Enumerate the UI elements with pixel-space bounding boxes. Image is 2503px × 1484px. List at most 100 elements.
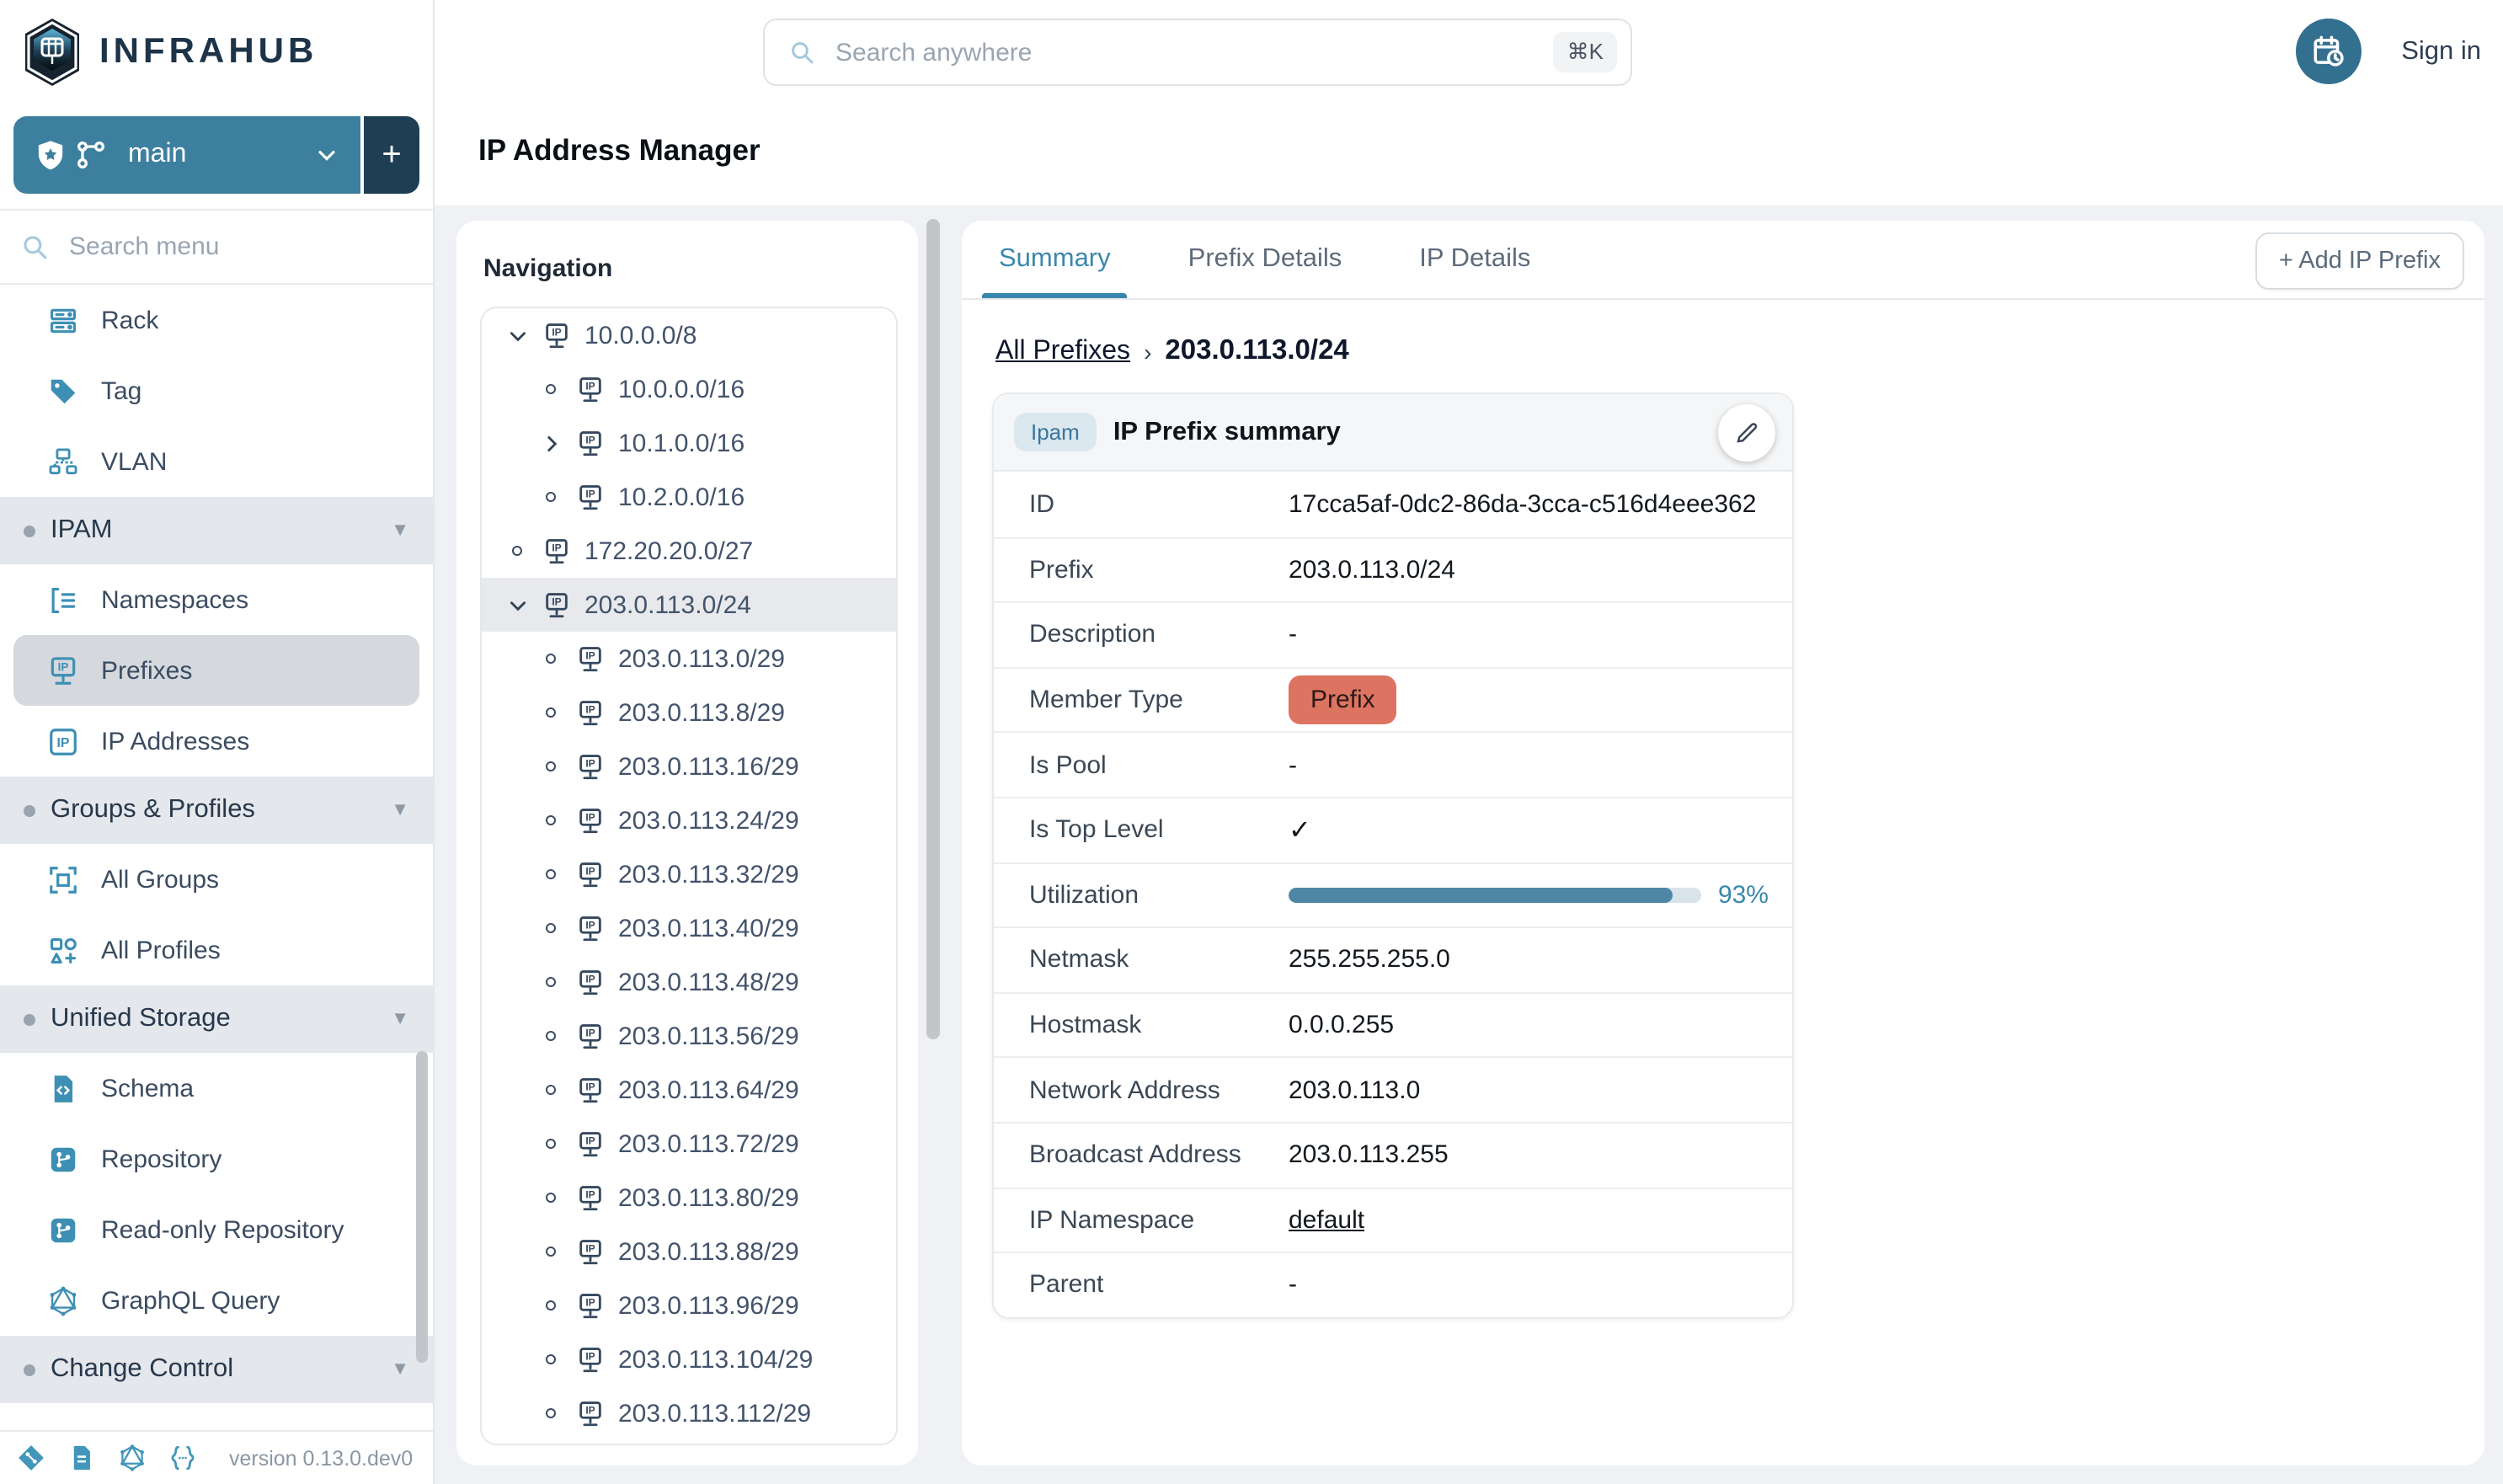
branch-selector-row: main + (0, 103, 433, 211)
docs-icon[interactable] (67, 1444, 96, 1472)
sidebar-item-label: IP Addresses (101, 727, 249, 755)
sidebar-item-vlan[interactable]: VLAN (0, 426, 433, 497)
swagger-braces-icon[interactable] (168, 1444, 197, 1472)
leaf-circle-icon (539, 1240, 563, 1263)
sidebar-search (0, 211, 433, 285)
tab-prefix-details[interactable]: Prefix Details (1185, 221, 1346, 298)
sidebar-item-prefixes[interactable]: IP Prefixes (13, 635, 419, 706)
tab-ip-details[interactable]: IP Details (1416, 221, 1534, 298)
sidebar-item-repository[interactable]: Repository (0, 1124, 433, 1194)
edit-button[interactable] (1718, 403, 1775, 461)
tree-item-203-0-113-40-29[interactable]: IP203.0.113.40/29 (482, 901, 896, 955)
sidebar-section-groups-profiles[interactable]: Groups & Profiles▼ (0, 777, 433, 844)
git-icon[interactable] (17, 1444, 45, 1472)
tree-item-203-0-113-96-29[interactable]: IP203.0.113.96/29 (482, 1278, 896, 1332)
schema-icon (47, 1072, 79, 1104)
tree-item-203-0-113-0-29[interactable]: IP 203.0.113.0/29 (482, 632, 896, 686)
sidebar-item-namespaces[interactable]: Namespaces (0, 564, 433, 635)
chevron-down-icon: ▼ (391, 520, 409, 541)
tree-item-203-0-113-8-29[interactable]: IP203.0.113.8/29 (482, 686, 896, 739)
tree-item-203-0-113-0-24[interactable]: IP203.0.113.0/24 (482, 578, 896, 632)
section-label: Unified Storage (51, 1004, 391, 1034)
tree-item-10-0-0-0-16[interactable]: IP10.0.0.0/16 (482, 362, 896, 416)
tree-item-172-20-20-0-27[interactable]: IP172.20.20.0/27 (482, 524, 896, 578)
svg-text:IP: IP (585, 1403, 595, 1415)
sidebar-item-graphql-query[interactable]: GraphQL Query (0, 1265, 433, 1336)
svg-text:IP: IP (585, 379, 595, 391)
ip-prefix-icon: IP (576, 375, 605, 403)
brand-name: INFRAHUB (99, 31, 318, 72)
tree-item-10-0-0-0-8[interactable]: IP10.0.0.0/8 (482, 308, 896, 362)
breadcrumb-all-prefixes-link[interactable]: All Prefixes (995, 336, 1130, 366)
svg-text:IP: IP (57, 735, 70, 750)
tree-item-203-0-113-104-29[interactable]: IP203.0.113.104/29 (482, 1332, 896, 1386)
sidebar-section-unified-storage[interactable]: Unified Storage▼ (0, 985, 433, 1053)
tree-item-10-1-0-0-16[interactable]: IP10.1.0.0/16 (482, 416, 896, 470)
tree-item-203-0-113-24-29[interactable]: IP203.0.113.24/29 (482, 793, 896, 847)
chevron-right-icon[interactable] (539, 431, 563, 455)
ip-prefix-icon: IP (576, 1291, 605, 1320)
chevron-down-icon[interactable] (505, 323, 529, 347)
sidebar-item-tag[interactable]: Tag (0, 355, 433, 426)
tree-item-label: 203.0.113.0/29 (618, 644, 785, 673)
chevron-down-icon[interactable] (505, 593, 529, 617)
content-scrollbar[interactable] (926, 219, 940, 1039)
tree-item-10-2-0-0-16[interactable]: IP10.2.0.0/16 (482, 470, 896, 524)
time-travel-button[interactable] (2296, 19, 2362, 84)
svg-text:IP: IP (585, 864, 595, 876)
infrahub-logo-icon (20, 16, 84, 87)
tree-item-203-0-113-56-29[interactable]: IP203.0.113.56/29 (482, 1009, 896, 1063)
branch-selector[interactable]: main (13, 116, 360, 194)
field-label: Broadcast Address (994, 1140, 1289, 1169)
main-panel: Summary Prefix Details IP Details + Add IP… (962, 221, 2484, 1465)
tree-item-label: 203.0.113.32/29 (618, 860, 799, 889)
svg-text:IP: IP (58, 659, 69, 672)
sidebar-item-label: All Groups (101, 865, 219, 894)
tree-item-label: 203.0.113.40/29 (618, 914, 799, 942)
tree-item-203-0-113-64-29[interactable]: IP203.0.113.64/29 (482, 1063, 896, 1117)
add-ip-prefix-button[interactable]: + Add IP Prefix (2255, 232, 2464, 290)
tree-item-203-0-113-88-29[interactable]: IP203.0.113.88/29 (482, 1225, 896, 1278)
ip-prefix-icon: IP (576, 644, 605, 673)
section-label: IPAM (51, 515, 391, 546)
sidebar-item-read-only-repository[interactable]: Read-only Repository (0, 1194, 433, 1265)
svg-text:IP: IP (585, 1241, 595, 1253)
sidebar-item-ip-addresses[interactable]: IP IP Addresses (0, 706, 433, 777)
tree-item-203-0-113-112-29[interactable]: IP203.0.113.112/29 (482, 1386, 896, 1440)
shield-star-icon (34, 138, 67, 172)
field-label: Is Pool (994, 750, 1289, 779)
tree-item-203-0-113-120-29[interactable]: IP203.0.113.120/29 (482, 1440, 896, 1445)
field-row-network-address: Network Address203.0.113.0 (994, 1057, 1792, 1122)
sidebar-section-change-control[interactable]: Change Control▼ (0, 1336, 433, 1403)
add-branch-button[interactable]: + (364, 116, 419, 194)
sidebar-item-schema[interactable]: Schema (0, 1053, 433, 1124)
sidebar-item-all-profiles[interactable]: All Profiles (0, 915, 433, 985)
sidebar-item-rack[interactable]: Rack (0, 285, 433, 355)
breadcrumb: All Prefixes › 203.0.113.0/24 (995, 335, 1349, 367)
namespace-link[interactable]: default (1289, 1206, 1364, 1235)
tree-item-203-0-113-48-29[interactable]: IP203.0.113.48/29 (482, 955, 896, 1009)
tab-summary[interactable]: Summary (995, 221, 1114, 298)
svg-text:IP: IP (585, 1295, 595, 1307)
field-value: 203.0.113.255 (1289, 1140, 1449, 1169)
sidebar-item-all-groups[interactable]: All Groups (0, 844, 433, 915)
sidebar-search-input[interactable] (66, 231, 413, 263)
svg-text:IP: IP (585, 1188, 595, 1199)
tree-item-203-0-113-72-29[interactable]: IP203.0.113.72/29 (482, 1117, 896, 1171)
graphql-sandbox-icon[interactable] (118, 1444, 147, 1472)
field-label: Netmask (994, 946, 1289, 974)
sidebar-section-ipam[interactable]: IPAM▼ (0, 497, 433, 564)
tree-item-203-0-113-16-29[interactable]: IP203.0.113.16/29 (482, 739, 896, 793)
check-icon: ✓ (1289, 814, 1311, 847)
tree-item-203-0-113-32-29[interactable]: IP 203.0.113.32/29 (482, 847, 896, 901)
section-bullet-icon (24, 1013, 35, 1025)
field-label: Parent (994, 1271, 1289, 1300)
utilization-bar (1289, 888, 1701, 903)
sidebar-item-label: Prefixes (101, 656, 192, 685)
global-search-input[interactable] (832, 36, 1554, 68)
tree-item-203-0-113-80-29[interactable]: IP203.0.113.80/29 (482, 1171, 896, 1225)
page-title: IP Address Manager (478, 133, 761, 168)
ip-prefix-icon: IP (542, 321, 571, 350)
sign-in-button[interactable]: Sign in (2401, 0, 2481, 103)
sidebar-scrollbar[interactable] (416, 1051, 428, 1363)
